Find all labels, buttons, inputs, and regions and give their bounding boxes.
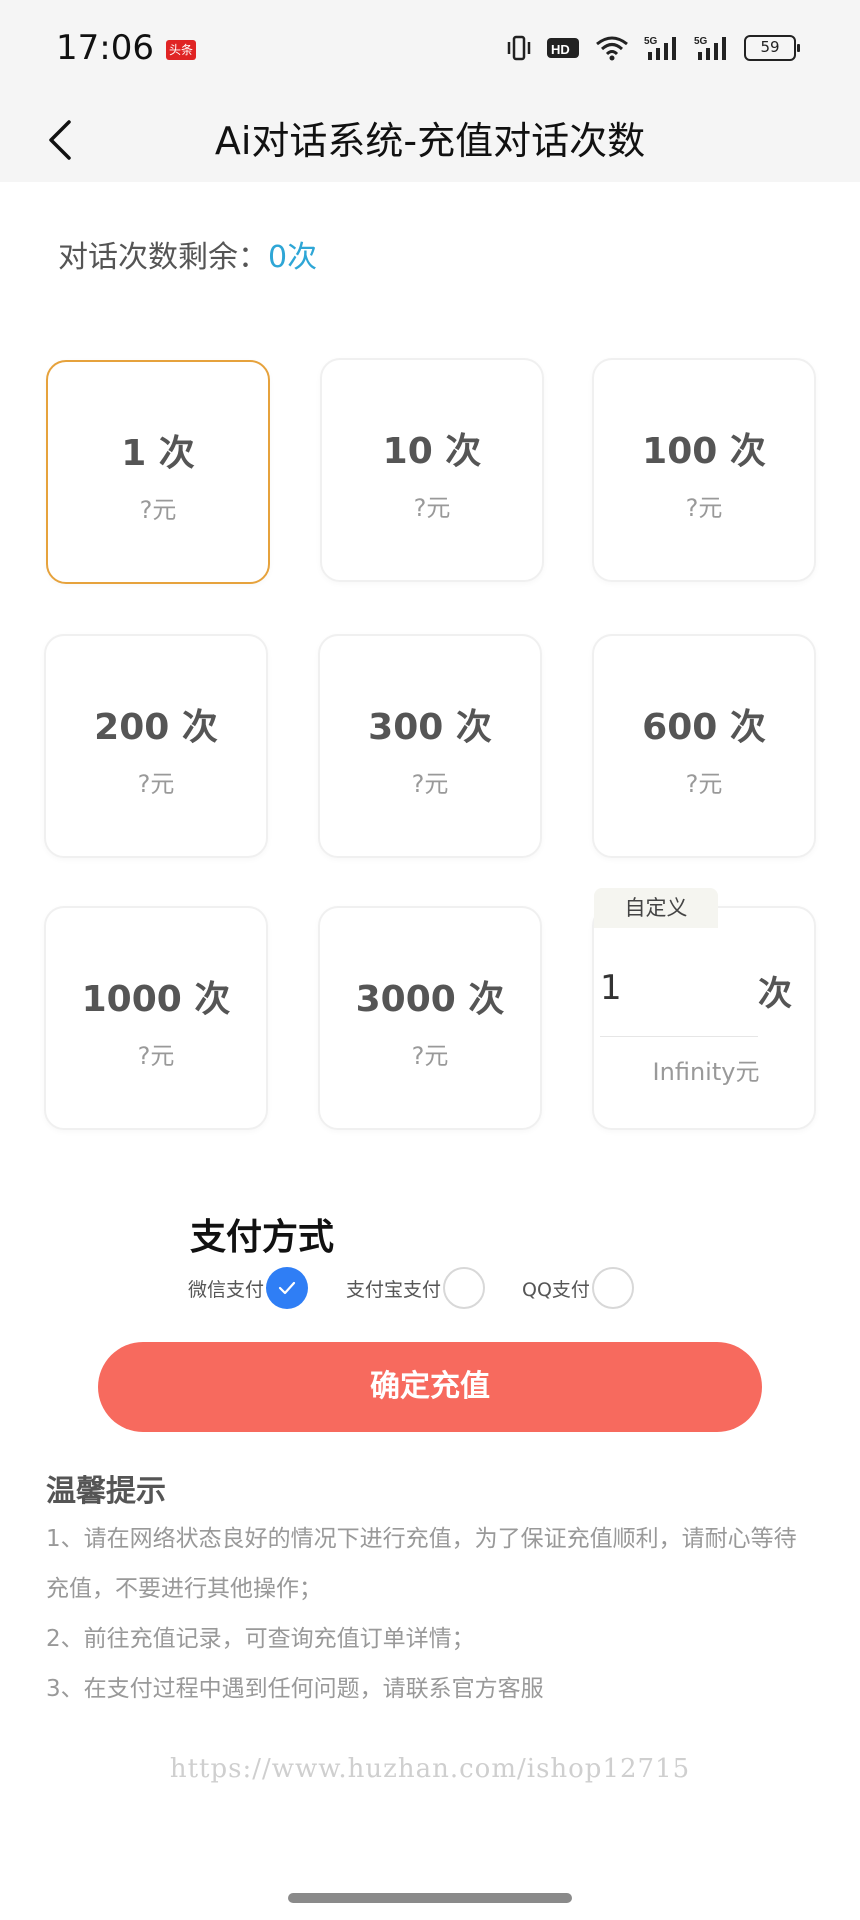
package-count: 200 次 xyxy=(94,707,218,748)
status-time: 17:06 xyxy=(56,28,154,68)
watermark: https://www.huzhan.com/ishop12715 xyxy=(169,1754,691,1784)
radio-unchecked-icon[interactable] xyxy=(443,1267,486,1309)
signal-5g-icon: 5G xyxy=(644,36,676,60)
battery-icon: 59 xyxy=(744,35,800,61)
package-price: ?元 xyxy=(137,1042,175,1070)
package-count: 300 次 xyxy=(368,707,492,748)
package-price: ?元 xyxy=(685,494,723,522)
check-icon xyxy=(278,1281,296,1295)
package-card[interactable]: 10 次 ?元 xyxy=(320,358,544,582)
payment-option-qq[interactable]: QQ支付 xyxy=(522,1266,634,1310)
package-card[interactable]: 200 次 ?元 xyxy=(44,634,268,858)
package-price: ?元 xyxy=(139,496,177,524)
package-count: 100 次 xyxy=(642,431,766,472)
submit-recharge-button[interactable]: 确定充值 xyxy=(98,1342,762,1432)
package-price: ?元 xyxy=(411,770,449,798)
svg-text:HD: HD xyxy=(551,42,570,57)
svg-text:5G: 5G xyxy=(694,36,708,47)
custom-unit: 次 xyxy=(758,974,792,1014)
tip-item: 1、请在网络状态良好的情况下进行充值，为了保证充值顺利，请耐心等待充值，不要进行… xyxy=(46,1526,797,1602)
custom-price: Infinity元 xyxy=(652,1058,760,1086)
custom-package-card[interactable] xyxy=(592,906,816,1130)
package-price: ?元 xyxy=(137,770,175,798)
custom-divider xyxy=(600,1036,758,1037)
package-card[interactable]: 600 次 ?元 xyxy=(592,634,816,858)
payment-option-wechat[interactable]: 微信支付 xyxy=(188,1266,309,1310)
package-count: 10 次 xyxy=(382,431,482,472)
status-bar: 17:06 头条 HD 5G 5G 59 xyxy=(0,0,860,100)
package-count: 1 次 xyxy=(121,433,195,474)
hd-icon: HD xyxy=(547,38,579,58)
custom-tag: 自定义 xyxy=(594,888,718,928)
payment-option-label: QQ支付 xyxy=(522,1278,590,1301)
package-count: 3000 次 xyxy=(355,979,505,1020)
remaining-label: 对话次数剩余： xyxy=(58,240,268,275)
home-indicator[interactable] xyxy=(288,1893,572,1903)
page-title: Ai对话系统-充值对话次数 xyxy=(214,119,646,163)
signal-5g-icon: 5G xyxy=(694,36,726,60)
package-card[interactable]: 100 次 ?元 xyxy=(592,358,816,582)
custom-count-input[interactable] xyxy=(600,960,780,1016)
vibrate-icon xyxy=(507,35,531,61)
status-icons: HD 5G 5G 59 xyxy=(506,34,800,62)
package-card[interactable]: 300 次 ?元 xyxy=(318,634,542,858)
radio-checked-icon[interactable] xyxy=(266,1267,309,1309)
remaining-value: 0次 xyxy=(268,240,318,275)
package-card[interactable]: 3000 次 ?元 xyxy=(318,906,542,1130)
package-count: 600 次 xyxy=(642,707,766,748)
package-card[interactable]: 1 次 ?元 xyxy=(46,360,270,584)
wifi-icon xyxy=(596,36,628,61)
tip-item: 2、前往充值记录，可查询充值订单详情； xyxy=(46,1626,475,1652)
payment-option-label: 支付宝支付 xyxy=(346,1278,442,1301)
payment-title: 支付方式 xyxy=(190,1217,335,1258)
remaining-count: 对话次数剩余：0次 xyxy=(58,232,317,276)
header: Ai对话系统-充值对话次数 xyxy=(0,100,860,182)
svg-text:5G: 5G xyxy=(644,36,658,47)
toutiao-notification-icon: 头条 xyxy=(166,40,196,60)
radio-unchecked-icon[interactable] xyxy=(591,1267,634,1309)
tips-title: 温馨提示 xyxy=(46,1474,166,1509)
payment-option-label: 微信支付 xyxy=(188,1278,265,1301)
package-price: ?元 xyxy=(411,1042,449,1070)
package-price: ?元 xyxy=(685,770,723,798)
package-count: 1000 次 xyxy=(81,979,231,1020)
payment-option-alipay[interactable]: 支付宝支付 xyxy=(346,1266,486,1310)
package-card[interactable]: 1000 次 ?元 xyxy=(44,906,268,1130)
package-price: ?元 xyxy=(413,494,451,522)
tip-item: 3、在支付过程中遇到任何问题，请联系官方客服 xyxy=(46,1676,544,1702)
